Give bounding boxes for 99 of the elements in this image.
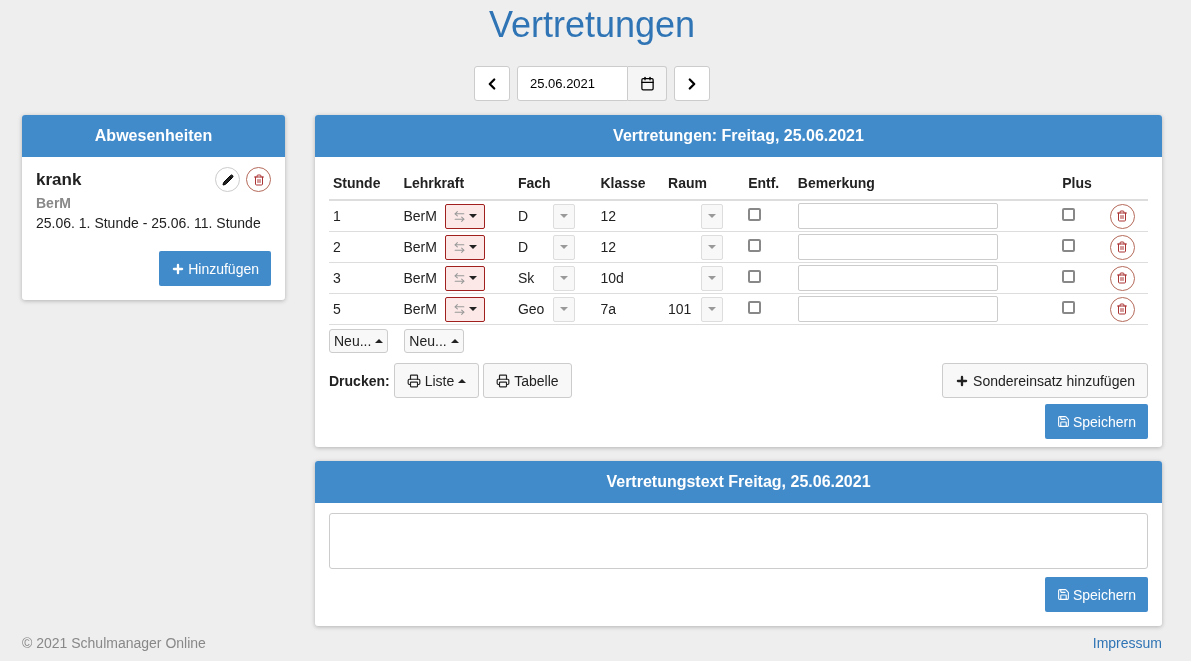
table-cell: 1 <box>333 208 341 224</box>
table-cell: Geo <box>517 301 545 317</box>
table-cell: 7a <box>600 301 617 317</box>
trash-icon <box>1116 241 1129 253</box>
previous-button[interactable] <box>474 66 510 101</box>
trash-icon <box>1116 210 1129 222</box>
special-assignment-button[interactable]: Sondereinsatz hinzufügen <box>942 363 1148 398</box>
caret-icon <box>469 214 478 218</box>
table-cell: BerM <box>403 239 437 255</box>
swap-dropdown[interactable] <box>445 296 486 322</box>
column-header: Klasse <box>596 167 665 200</box>
swap-dropdown[interactable] <box>445 234 486 260</box>
column-header: Fach <box>513 167 597 200</box>
caret-icon <box>469 276 478 280</box>
caret-icon <box>708 307 717 311</box>
pencil-icon <box>221 173 234 186</box>
calendar-icon <box>639 76 655 91</box>
table-cell: 5 <box>333 301 341 317</box>
plus-icon <box>955 373 970 388</box>
panel-header: Vertretungstext Freitag, 25.06.2021 <box>315 461 1162 503</box>
calendar-button[interactable] <box>628 66 667 101</box>
caret-icon <box>559 245 568 249</box>
table-cell: D <box>517 239 528 255</box>
delete-button[interactable] <box>1110 265 1135 291</box>
delete-button[interactable] <box>246 167 271 192</box>
print-button[interactable]: Tabelle <box>483 363 572 398</box>
swap-arrows-icon <box>453 209 467 223</box>
caret-icon <box>708 245 717 249</box>
remark-field[interactable] <box>797 234 998 260</box>
printer-icon <box>496 373 511 388</box>
remark-field[interactable] <box>797 265 998 291</box>
column-header: Entf. <box>744 167 794 200</box>
column-header: Plus <box>1058 167 1106 200</box>
absence-teacher: BerM <box>36 195 72 211</box>
new-button[interactable]: Neu... <box>404 329 464 353</box>
table-cell: BerM <box>403 301 437 317</box>
caret-icon <box>708 214 717 218</box>
checkbox[interactable] <box>748 301 762 314</box>
caret-icon <box>559 214 568 218</box>
add-button[interactable]: Hinzufügen <box>159 251 271 286</box>
copyright-text: © 2021 Schulmanager Online <box>22 635 206 651</box>
panel-header: Vertretungen: Freitag, 25.06.2021 <box>315 115 1162 157</box>
panel-header: Abwesenheiten <box>22 115 285 157</box>
plus-icon <box>171 261 186 276</box>
table-cell: D <box>517 208 528 224</box>
table-cell: 3 <box>333 270 341 286</box>
table-cell: BerM <box>403 270 437 286</box>
new-button[interactable]: Neu... <box>329 329 389 353</box>
print-button[interactable]: Liste <box>393 363 480 398</box>
checkbox[interactable] <box>1062 270 1076 283</box>
trash-icon <box>1116 272 1129 284</box>
swap-arrows-icon <box>453 240 467 254</box>
page-title: Vertretungen <box>487 4 697 46</box>
checkbox[interactable] <box>1062 239 1076 252</box>
trash-icon <box>1116 303 1129 315</box>
checkbox[interactable] <box>1062 301 1076 314</box>
table-cell: 101 <box>668 301 692 317</box>
absence-period: 25.06. 1. Stunde - 25.06. 11. Stunde <box>36 215 262 231</box>
delete-button[interactable] <box>1110 296 1135 322</box>
save-button[interactable]: Speichern <box>1044 577 1148 612</box>
table-cell: 2 <box>333 239 341 255</box>
column-header: Stunde <box>329 167 400 200</box>
checkbox[interactable] <box>748 270 762 283</box>
remark-field[interactable] <box>797 296 998 322</box>
table-cell: Sk <box>517 270 535 286</box>
next-button[interactable] <box>674 66 710 101</box>
delete-button[interactable] <box>1110 234 1135 260</box>
print-label: Drucken: <box>329 372 390 389</box>
caret-icon <box>375 339 384 343</box>
column-header: Raum <box>664 167 745 200</box>
swap-arrows-icon <box>453 271 467 285</box>
table-cell: BerM <box>403 208 437 224</box>
printer-icon <box>406 373 421 388</box>
swap-dropdown[interactable] <box>445 203 486 229</box>
trash-icon <box>252 173 265 186</box>
caret-icon <box>559 307 568 311</box>
column-header: Lehrkraft <box>399 167 514 200</box>
caret-icon <box>450 339 459 343</box>
checkbox[interactable] <box>748 239 762 252</box>
swap-arrows-icon <box>453 302 467 316</box>
table-cell: 12 <box>600 239 617 255</box>
table-cell: 12 <box>600 208 617 224</box>
date-field[interactable]: 25.06.2021 <box>517 66 628 101</box>
table-cell: 10d <box>600 270 624 286</box>
swap-dropdown[interactable] <box>445 265 486 291</box>
save-button[interactable]: Speichern <box>1044 404 1148 439</box>
caret-icon <box>469 245 478 249</box>
caret-icon <box>458 378 467 383</box>
delete-button[interactable] <box>1110 203 1135 229</box>
caret-icon <box>708 276 717 280</box>
column-header: Bemerkung <box>793 167 1059 200</box>
caret-icon <box>559 276 568 280</box>
imprint-link[interactable]: Impressum <box>1092 635 1162 651</box>
checkbox[interactable] <box>748 208 762 221</box>
edit-button[interactable] <box>215 167 240 192</box>
checkbox[interactable] <box>1062 208 1076 221</box>
remark-field[interactable] <box>797 203 998 229</box>
absence-reason: krank <box>36 169 82 190</box>
caret-icon <box>469 307 478 311</box>
